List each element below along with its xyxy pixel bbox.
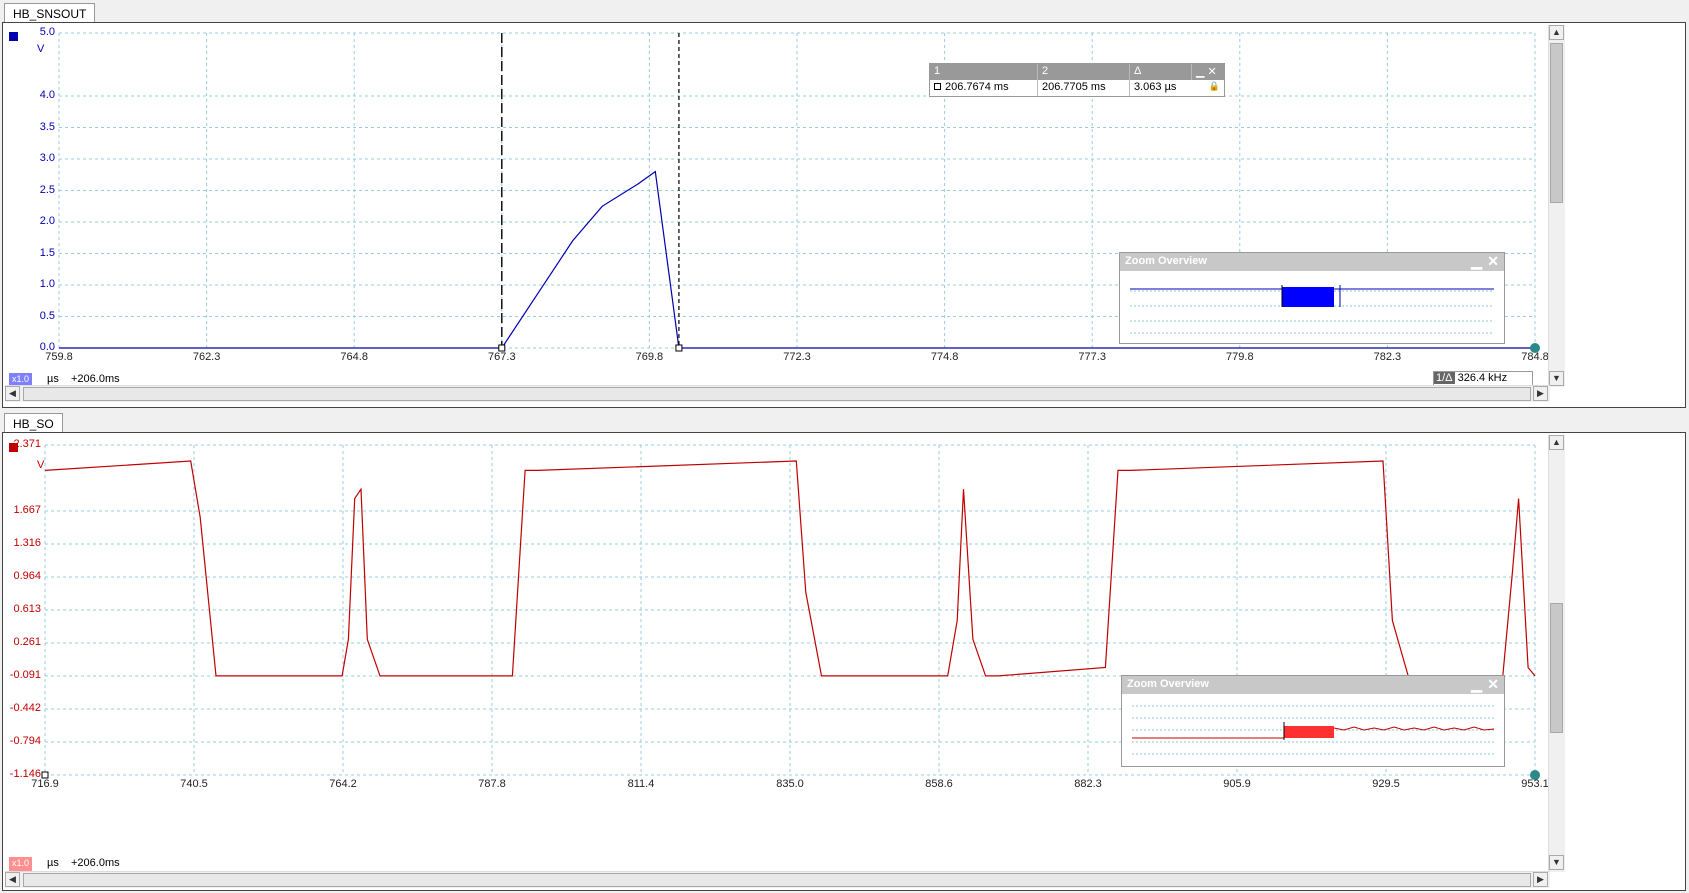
y-tick-label: 2.371: [13, 438, 41, 450]
x-unit-label: µs: [47, 373, 59, 385]
x-unit-label-bottom: µs: [47, 857, 59, 869]
zoom-overview-minimap: [1130, 285, 1494, 334]
x-tick-label: 762.3: [192, 351, 221, 363]
time-offset: +206.0ms: [71, 373, 120, 385]
minimize-icon[interactable]: ▁: [1471, 676, 1482, 693]
scroll-right-icon[interactable]: ▶: [1533, 872, 1548, 887]
top-panel: V 5.0 4.0 3.5 3.0 2.5 2.0 1.5 1.0 0.5 0.0 759.8 76…: [2, 22, 1686, 408]
lock-icon[interactable]: 🔒: [1209, 81, 1220, 92]
x-tick-label: 779.8: [1226, 351, 1254, 363]
x-tick-label: 882.3: [1074, 778, 1102, 790]
x-tick-label: 764.8: [340, 351, 368, 363]
y-tick-label: 0.613: [13, 602, 41, 615]
cursor-1-marker-icon: [934, 83, 941, 90]
zoom-overview-title-text: Zoom Overview: [1125, 255, 1207, 267]
y-tick-label: 4.0: [39, 89, 55, 101]
horizontal-scrollbar-top[interactable]: ◀ ▶: [5, 385, 1550, 402]
x-tick-label: 767.3: [488, 351, 516, 363]
y-unit-label: V: [37, 43, 45, 55]
x-tick-label: 764.2: [329, 778, 357, 790]
y-tick-label: 1.667: [13, 504, 41, 517]
x-tick-label: 772.3: [783, 351, 811, 363]
cursor-2-header: 2: [1038, 64, 1130, 80]
x-tick-label: 787.8: [478, 778, 506, 790]
scroll-thumb[interactable]: [1550, 603, 1563, 733]
scroll-up-icon[interactable]: ▲: [1549, 25, 1564, 40]
tab-hb-so[interactable]: HB_SO: [4, 413, 63, 433]
x-tick-label: 782.3: [1373, 351, 1402, 363]
cursor-2-time: 206.7705 ms: [1038, 80, 1130, 96]
y-tick-label: -0.442: [9, 701, 41, 714]
zoom-overview-title-text-b: Zoom Overview: [1127, 678, 1209, 690]
cursor-table-controls[interactable]: ▁ ✕: [1192, 64, 1224, 80]
cursor-1-value: 206.7674 ms: [930, 80, 1038, 96]
bottom-panel: V 2.371 1.667 1.316 0.964 0.613 0.261 -0.091 -0…: [2, 432, 1686, 891]
x-tick-label: 769.8: [635, 351, 664, 363]
scroll-thumb-h[interactable]: [23, 873, 1531, 887]
scroll-up-icon[interactable]: ▲: [1549, 435, 1564, 450]
scroll-thumb-h[interactable]: [23, 387, 1531, 401]
y-tick-label: 0.5: [39, 309, 55, 322]
scroll-left-icon[interactable]: ◀: [5, 872, 20, 887]
x-tick-label: 759.8: [45, 351, 73, 363]
delta-time: 3.063 µs 🔒: [1130, 80, 1224, 96]
y-tick-label: 2.5: [39, 183, 55, 196]
time-offset-bottom: +206.0ms: [71, 857, 120, 869]
freq-value: 326.4 kHz: [1457, 372, 1508, 384]
y-tick-label: 1.5: [39, 246, 55, 259]
y-tick-label: 1.316: [13, 536, 41, 549]
x-tick-label: 835.0: [776, 778, 804, 790]
cursor-1-header: 1: [930, 64, 1038, 80]
y-tick-label: 0.261: [13, 635, 41, 648]
x-tick-label: 740.5: [180, 778, 208, 790]
y-tick-label: 0.964: [13, 570, 41, 583]
y-tick-label: 5.0: [39, 26, 55, 38]
scroll-down-icon[interactable]: ▼: [1549, 855, 1564, 870]
scroll-thumb[interactable]: [1550, 43, 1563, 203]
close-icon[interactable]: ✕: [1487, 676, 1499, 693]
x-tick-label: 929.5: [1372, 778, 1400, 790]
y-tick-label: 3.0: [39, 152, 55, 164]
frequency-readout: 1/Δ 326.4 kHz: [1433, 371, 1533, 386]
delta-value: 3.063 µs: [1134, 81, 1177, 93]
y-tick-label: 3.5: [39, 120, 55, 133]
cursor-measurement-table: 1 2 Δ ▁ ✕ 206.7674 ms 206.7705 ms 3.063 …: [929, 63, 1225, 97]
x-tick-label: 811.4: [627, 778, 655, 790]
scroll-down-icon[interactable]: ▼: [1549, 371, 1564, 386]
tab-hb-snsout[interactable]: HB_SNSOUT: [4, 3, 96, 23]
scroll-left-icon[interactable]: ◀: [5, 386, 20, 401]
vertical-scrollbar-top[interactable]: ▲ ▼: [1548, 25, 1565, 387]
scale-badge-bottom[interactable]: x1.0: [9, 857, 33, 871]
y-unit-label-bottom: V: [37, 459, 45, 471]
y-tick-label: -0.794: [9, 734, 41, 747]
x-tick-label: 858.6: [925, 778, 953, 790]
cursor-table-row: 206.7674 ms 206.7705 ms 3.063 µs 🔒: [930, 80, 1224, 96]
scroll-right-icon[interactable]: ▶: [1533, 386, 1548, 401]
vertical-scrollbar-bottom[interactable]: ▲ ▼: [1548, 435, 1565, 872]
zoom-overview-title-b: Zoom Overview ▁ ✕: [1122, 676, 1504, 694]
x-tick-label: 716.9: [31, 778, 59, 790]
horizontal-scrollbar-bottom[interactable]: ◀ ▶: [5, 871, 1550, 888]
delta-header: Δ: [1130, 64, 1192, 80]
x-tick-label: 774.8: [930, 351, 959, 363]
zoom-overview-title: Zoom Overview ▁ ✕: [1120, 253, 1504, 271]
minimize-icon[interactable]: ▁: [1471, 253, 1482, 270]
cursor-1-time: 206.7674 ms: [945, 81, 1009, 93]
cursor-table-header: 1 2 Δ ▁ ✕: [930, 64, 1224, 80]
close-icon[interactable]: ✕: [1487, 253, 1499, 270]
y-tick-label: 2.0: [39, 215, 55, 227]
y-tick-label: 1.0: [39, 278, 55, 290]
x-tick-label: 905.9: [1223, 778, 1251, 790]
zoom-overview-minimap-b: [1132, 705, 1495, 755]
freq-label: 1/Δ: [1434, 372, 1455, 384]
zoom-overview-bottom[interactable]: Zoom Overview ▁ ✕: [1121, 675, 1505, 767]
x-tick-label: 777.3: [1078, 351, 1106, 363]
zoom-overview-top[interactable]: Zoom Overview ▁ ✕: [1119, 252, 1505, 344]
y-tick-label: -0.091: [9, 669, 41, 681]
